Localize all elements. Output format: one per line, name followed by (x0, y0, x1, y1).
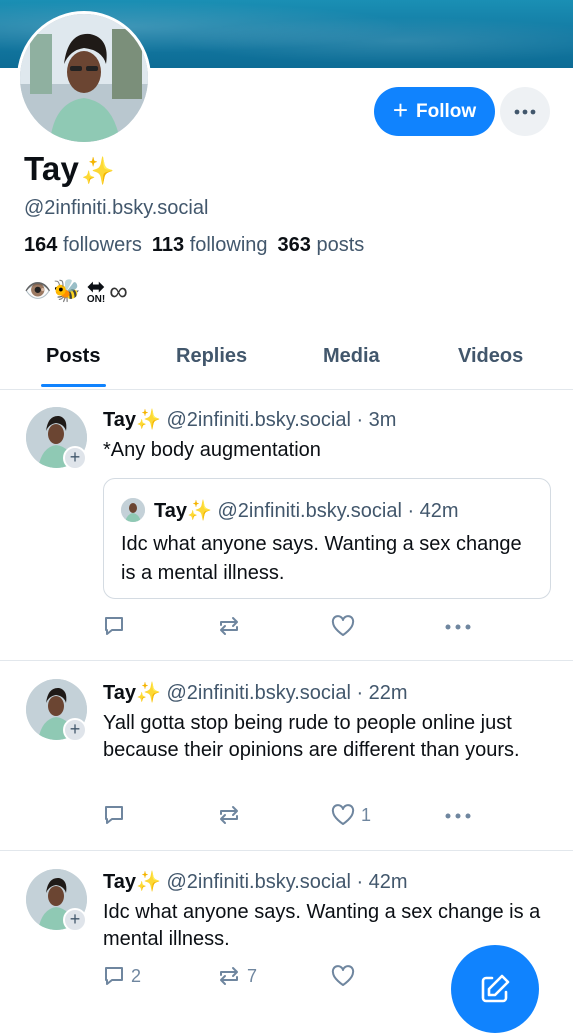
post-text: Yall gotta stop being rude to people onl… (103, 712, 520, 761)
bee-emoji: 🐝 (53, 278, 81, 303)
post-actions (103, 615, 473, 641)
profile-bio: 👁️ 🐝 ⬌ ON! ∞ (24, 276, 128, 306)
quoted-post[interactable]: Tay✨ @2infiniti.bsky.social · 42m Idc wh… (103, 478, 551, 599)
heart-icon (331, 804, 355, 825)
post-meta: Tay✨ @2infiniti.bsky.social · 3m (103, 407, 396, 432)
quote-avatar (121, 498, 145, 522)
reply-icon (105, 967, 123, 985)
post-handle[interactable]: @2infiniti.bsky.social (166, 682, 350, 704)
quote-time: · 42m (407, 500, 459, 522)
follow-button[interactable]: + Follow (374, 87, 495, 136)
sparkles-emoji: ✨ (135, 871, 161, 893)
like-button[interactable] (331, 615, 361, 637)
profile-tabs: Posts Replies Media Videos (0, 328, 573, 390)
post-time[interactable]: · 3m (356, 409, 396, 431)
tab-replies[interactable]: Replies (176, 345, 247, 368)
following-label: following (189, 234, 268, 256)
followers-label: followers (62, 234, 142, 256)
reply-button[interactable] (103, 804, 131, 826)
sparkles-emoji: ✨ (135, 409, 161, 431)
more-icon (514, 109, 536, 114)
reply-icon (105, 617, 123, 635)
like-count: 1 (361, 804, 372, 825)
eye-emoji: 👁️ (24, 278, 52, 303)
followers-count: 164 (24, 234, 58, 256)
display-name-text: Tay (24, 150, 80, 187)
more-icon (445, 813, 471, 819)
quote-meta: Tay✨ @2infiniti.bsky.social · 42m (154, 498, 459, 523)
profile-avatar[interactable] (17, 11, 151, 145)
tab-posts[interactable]: Posts (46, 345, 100, 368)
like-button[interactable]: 1 (331, 804, 371, 826)
followers-link[interactable]: 164 followers (24, 234, 142, 256)
repost-icon (220, 617, 238, 635)
follow-plus-icon[interactable]: + (63, 908, 87, 932)
repost-icon (220, 806, 238, 824)
repost-count: 7 (247, 965, 258, 986)
more-icon (445, 624, 471, 630)
post-handle[interactable]: @2infiniti.bsky.social (166, 871, 350, 893)
tab-media[interactable]: Media (323, 345, 380, 368)
post-actions: 2 7 (103, 965, 473, 991)
posts-label: posts (316, 234, 365, 256)
post-author[interactable]: Tay (103, 871, 136, 893)
compose-icon (481, 974, 510, 1003)
infinity-symbol: ∞ (109, 275, 128, 306)
post-meta: Tay✨ @2infiniti.bsky.social · 42m (103, 869, 408, 894)
like-button[interactable] (331, 965, 361, 987)
reply-count: 2 (131, 965, 142, 986)
on-label: ON! (86, 293, 106, 305)
following-count: 113 (151, 234, 185, 256)
sparkles-emoji: ✨ (81, 156, 115, 186)
post-time[interactable]: · 22m (356, 682, 407, 704)
post-time[interactable]: · 42m (356, 871, 407, 893)
post-handle[interactable]: @2infiniti.bsky.social (166, 409, 350, 431)
reply-button[interactable] (103, 615, 131, 637)
compose-button[interactable] (451, 945, 539, 1033)
active-tab-indicator (41, 384, 106, 387)
repost-button[interactable] (217, 804, 247, 826)
quote-text: Idc what anyone says. Wanting a sex chan… (121, 533, 522, 584)
post-author[interactable]: Tay (103, 682, 136, 704)
repost-icon (220, 967, 238, 985)
heart-icon (331, 615, 355, 636)
avatar-photo (121, 498, 145, 522)
on-arrow-emoji: ⬌ ON! (86, 276, 106, 305)
quote-author: Tay (154, 500, 187, 522)
follow-plus-icon[interactable]: + (63, 446, 87, 470)
posts-count: 363 (277, 234, 311, 256)
profile-more-button[interactable] (500, 87, 550, 136)
post-text: *Any body augmentation (103, 439, 321, 461)
post-actions: 1 (103, 804, 473, 830)
post-more-button[interactable] (445, 813, 471, 819)
follow-label: Follow (416, 100, 477, 122)
repost-button[interactable] (217, 615, 247, 637)
reply-icon (105, 806, 123, 824)
profile-handle: @2infiniti.bsky.social (24, 197, 209, 219)
quote-handle: @2infiniti.bsky.social (217, 500, 402, 522)
post-meta: Tay✨ @2infiniti.bsky.social · 22m (103, 680, 408, 705)
heart-icon (331, 965, 355, 986)
sparkles-emoji: ✨ (135, 682, 161, 704)
repost-button[interactable]: 7 (217, 965, 257, 987)
plus-icon: + (392, 95, 409, 125)
follow-plus-icon[interactable]: + (63, 718, 87, 742)
feed-post[interactable]: + Tay✨ @2infiniti.bsky.social · 22m Yall… (0, 661, 573, 851)
reply-button[interactable]: 2 (103, 965, 141, 987)
avatar-photo (20, 14, 148, 142)
feed-post[interactable]: + Tay✨ @2infiniti.bsky.social · 3m *Any … (0, 389, 573, 661)
posts-stat: 363 posts (278, 234, 365, 256)
post-more-button[interactable] (445, 624, 471, 630)
profile-stats: 164 followers 113 following 363 posts (24, 234, 364, 257)
display-name: Tay✨ (24, 150, 115, 188)
following-link[interactable]: 113 following (152, 234, 268, 256)
post-author[interactable]: Tay (103, 409, 136, 431)
sparkles-emoji: ✨ (186, 500, 212, 522)
tab-videos[interactable]: Videos (458, 345, 523, 368)
